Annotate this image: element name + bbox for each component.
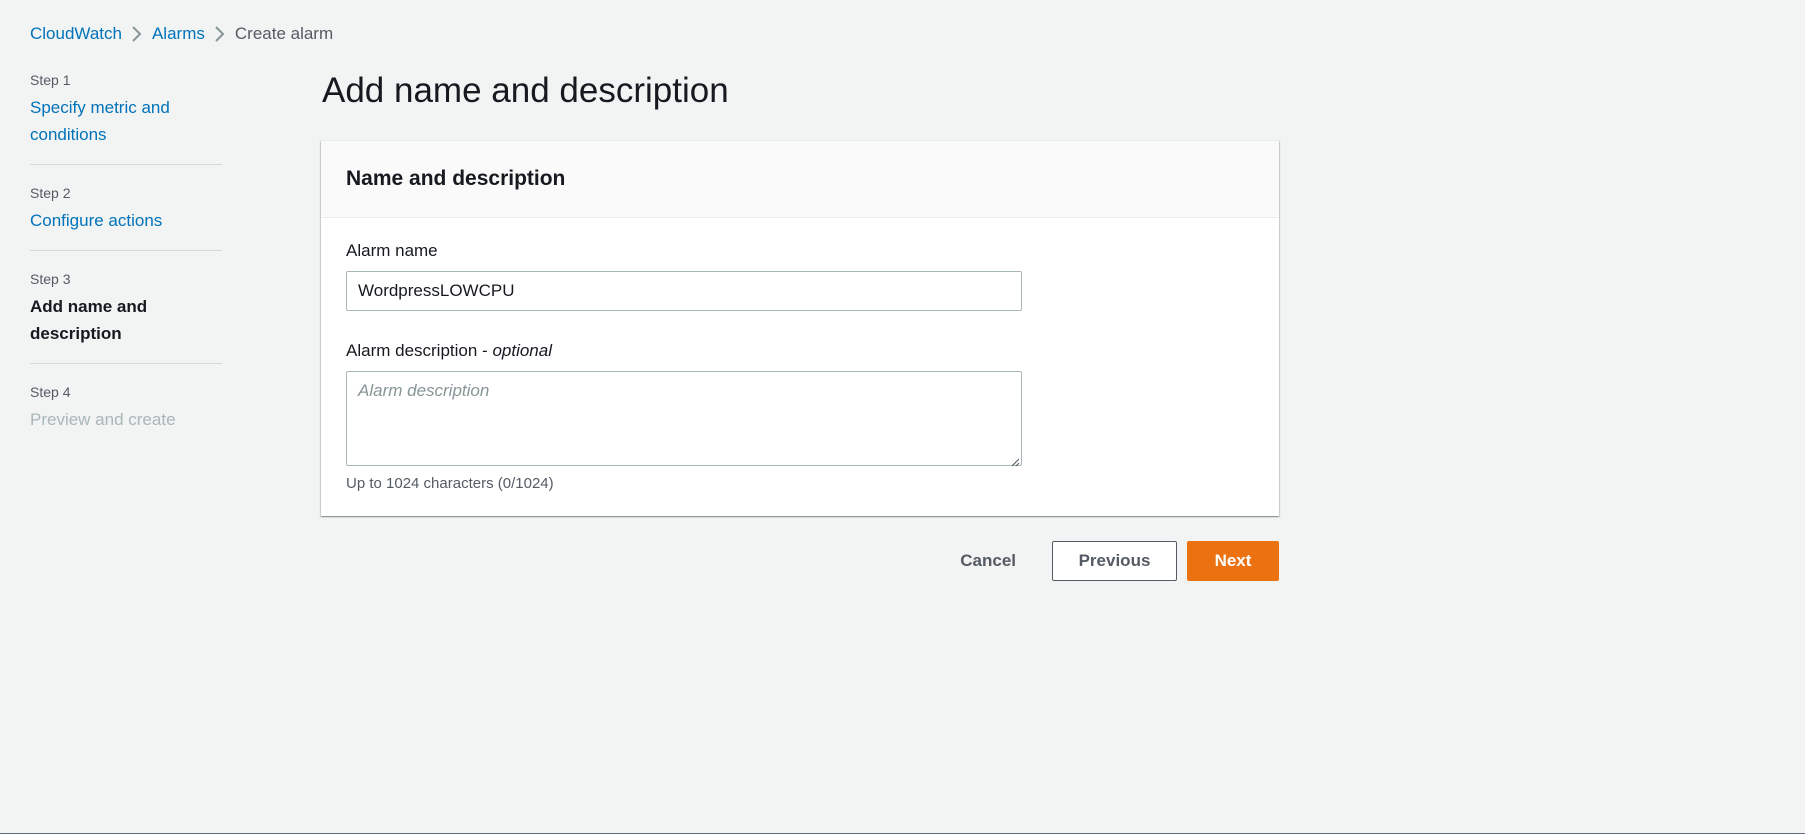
cancel-button[interactable]: Cancel <box>934 541 1042 581</box>
step-number: Step 3 <box>30 271 71 287</box>
breadcrumb-alarms-link[interactable]: Alarms <box>152 22 205 46</box>
alarm-name-label: Alarm name <box>346 241 438 260</box>
step-link-specify-metric[interactable]: Specify metric and conditions <box>30 94 222 148</box>
step-link-configure-actions[interactable]: Configure actions <box>30 207 222 234</box>
breadcrumb-current: Create alarm <box>234 24 334 43</box>
wizard-step-3: Step 3 Add name and description <box>30 269 222 364</box>
wizard-step-4: Step 4 Preview and create <box>30 382 222 449</box>
resize-handle-icon[interactable] <box>1010 454 1020 467</box>
name-description-panel: Name and description Alarm name Alarm de… <box>321 140 1279 516</box>
chevron-right-icon <box>122 25 152 43</box>
wizard-steps-nav: Step 1 Specify metric and conditions Ste… <box>30 70 222 467</box>
breadcrumb-cloudwatch-link[interactable]: CloudWatch <box>30 22 122 46</box>
step-number: Step 2 <box>30 185 71 201</box>
chevron-right-icon <box>205 25 235 43</box>
wizard-step-2: Step 2 Configure actions <box>30 183 222 251</box>
previous-button[interactable]: Previous <box>1052 541 1177 581</box>
step-number: Step 4 <box>30 384 71 400</box>
alarm-description-label: Alarm description - optional <box>346 339 552 363</box>
alarm-description-label-text: Alarm description - <box>346 341 493 360</box>
alarm-description-wrapper <box>346 371 1022 467</box>
panel-header: Name and description <box>321 141 1279 218</box>
wizard-actions: Cancel Previous Next <box>934 541 1279 581</box>
alarm-name-input[interactable] <box>346 271 1022 311</box>
optional-label: optional <box>492 341 552 360</box>
character-count-hint: Up to 1024 characters (0/1024) <box>346 475 554 492</box>
panel-title: Name and description <box>346 167 566 190</box>
next-button[interactable]: Next <box>1187 541 1279 581</box>
breadcrumb: CloudWatch Alarms Create alarm <box>30 22 333 46</box>
wizard-step-1: Step 1 Specify metric and conditions <box>30 70 222 165</box>
step-current-add-name: Add name and description <box>30 297 148 343</box>
page-title: Add name and description <box>322 71 729 110</box>
step-number: Step 1 <box>30 72 71 88</box>
bottom-strip <box>0 833 1805 839</box>
alarm-description-textarea[interactable] <box>346 371 1022 466</box>
step-disabled-preview-create: Preview and create <box>30 410 176 429</box>
